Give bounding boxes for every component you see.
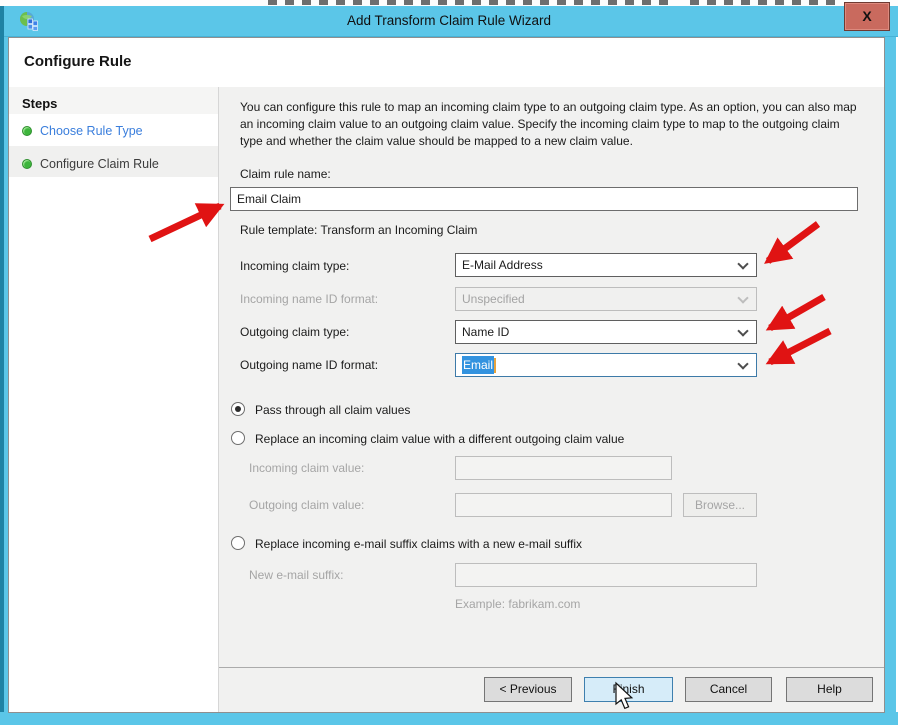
chevron-down-icon <box>737 292 748 303</box>
background-text-fragment <box>268 0 668 5</box>
page-title: Configure Rule <box>24 53 132 70</box>
combobox-value: Name ID <box>462 325 509 339</box>
outgoing-name-id-format-label: Outgoing name ID format: <box>240 358 378 372</box>
outgoing-claim-type-label: Outgoing claim type: <box>240 325 349 339</box>
outgoing-claim-type-combobox[interactable]: Name ID <box>455 320 757 344</box>
claim-rule-name-input[interactable] <box>230 187 858 211</box>
chevron-down-icon <box>737 258 748 269</box>
replace-claim-value-radio[interactable] <box>231 431 245 445</box>
text-caret <box>494 358 496 373</box>
step-complete-icon <box>22 159 32 169</box>
combobox-value: E-Mail Address <box>462 258 543 272</box>
incoming-claim-type-combobox[interactable]: E-Mail Address <box>455 253 757 277</box>
new-email-suffix-label: New e-mail suffix: <box>249 568 343 582</box>
help-button[interactable]: Help <box>786 677 873 702</box>
footer-divider <box>219 667 884 668</box>
suffix-example-text: Example: fabrikam.com <box>455 597 580 611</box>
cancel-button[interactable]: Cancel <box>685 677 772 702</box>
steps-heading: Steps <box>22 96 57 111</box>
chevron-down-icon <box>737 325 748 336</box>
incoming-claim-type-label: Incoming claim type: <box>240 259 349 273</box>
sidebar-item-configure-claim-rule[interactable]: Configure Claim Rule <box>9 150 218 180</box>
incoming-name-id-format-label: Incoming name ID format: <box>240 292 378 306</box>
window-border-right <box>884 37 896 725</box>
background-window-edge <box>0 6 4 712</box>
window-border-bottom <box>0 712 898 725</box>
incoming-name-id-format-combobox: Unspecified <box>455 287 757 311</box>
outgoing-name-id-format-combobox[interactable]: Email <box>455 353 757 377</box>
outgoing-claim-value-label: Outgoing claim value: <box>249 498 364 512</box>
background-text-fragment <box>690 0 835 5</box>
rule-template-text: Rule template: Transform an Incoming Cla… <box>240 223 477 237</box>
new-email-suffix-input <box>455 563 757 587</box>
previous-button[interactable]: < Previous <box>484 677 572 702</box>
page-header: Configure Rule <box>9 38 884 87</box>
browse-button: Browse... <box>683 493 757 517</box>
chevron-down-icon <box>737 358 748 369</box>
sidebar-item-choose-rule-type[interactable]: Choose Rule Type <box>9 117 218 147</box>
window-title: Add Transform Claim Rule Wizard <box>0 13 898 28</box>
close-icon[interactable]: X <box>844 2 890 31</box>
incoming-claim-value-input <box>455 456 672 480</box>
combobox-value: Unspecified <box>462 292 525 306</box>
step-label: Configure Claim Rule <box>40 157 159 171</box>
pass-through-radio-label: Pass through all claim values <box>255 403 410 417</box>
step-label: Choose Rule Type <box>40 124 143 138</box>
incoming-claim-value-label: Incoming claim value: <box>249 461 364 475</box>
claim-rule-name-label: Claim rule name: <box>240 167 331 181</box>
outgoing-claim-value-input <box>455 493 672 517</box>
combobox-selected-text: Email <box>462 356 494 374</box>
pass-through-radio[interactable] <box>231 402 245 416</box>
replace-claim-value-radio-label: Replace an incoming claim value with a d… <box>255 432 624 446</box>
rule-description: You can configure this rule to map an in… <box>240 99 858 150</box>
adfs-wizard-window: Add Transform Claim Rule Wizard X Config… <box>0 0 898 725</box>
steps-sidebar: Steps Choose Rule Type Configure Claim R… <box>9 87 219 712</box>
step-complete-icon <box>22 126 32 136</box>
replace-email-suffix-radio-label: Replace incoming e-mail suffix claims wi… <box>255 537 582 551</box>
replace-email-suffix-radio[interactable] <box>231 536 245 550</box>
finish-button[interactable]: Finish <box>584 677 673 702</box>
